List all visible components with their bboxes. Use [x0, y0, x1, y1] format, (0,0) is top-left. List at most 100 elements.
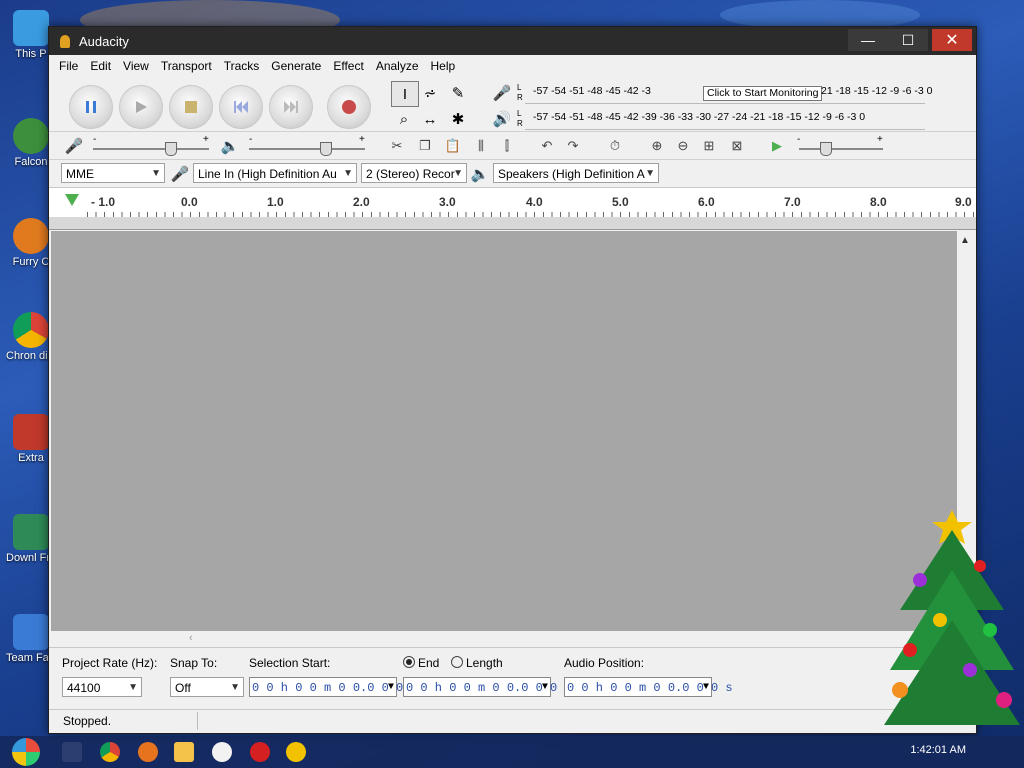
playback-volume-speaker-icon: 🔈	[220, 138, 240, 155]
copy-icon[interactable]: ❐	[413, 134, 437, 158]
selection-start-label: Selection Start:	[249, 656, 331, 670]
ruler-tick: 7.0	[784, 195, 801, 209]
undo-icon[interactable]: ↶	[535, 134, 559, 158]
audacity-window: Audacity — ☐ ✕ File Edit View Transport …	[48, 26, 977, 734]
menu-generate[interactable]: Generate	[265, 59, 327, 73]
chrome-taskbar-icon[interactable]	[100, 742, 120, 762]
menu-file[interactable]: File	[53, 59, 84, 73]
fit-project-icon[interactable]: ⊠	[725, 134, 749, 158]
audio-host-select[interactable]: MME ▼	[61, 163, 165, 183]
silence-icon[interactable]: ⫿	[495, 134, 519, 158]
paste-icon[interactable]: 📋	[441, 134, 465, 158]
play-head-icon[interactable]	[65, 194, 79, 206]
record-button[interactable]	[327, 85, 371, 129]
taskbar: 1:42:01 AM	[0, 736, 1024, 768]
skip-to-start-button[interactable]	[219, 85, 263, 129]
redo-icon[interactable]: ↷	[561, 134, 585, 158]
trim-icon[interactable]: ⫼	[469, 134, 493, 158]
fit-selection-icon[interactable]: ⊞	[697, 134, 721, 158]
envelope-tool-icon[interactable]: ⩫	[417, 81, 443, 105]
maximize-button[interactable]: ☐	[888, 29, 928, 51]
title-bar[interactable]: Audacity — ☐ ✕	[49, 27, 976, 55]
play-button[interactable]	[119, 85, 163, 129]
close-button[interactable]: ✕	[932, 29, 972, 51]
ruler-tick: 2.0	[353, 195, 370, 209]
snap-to-label: Snap To:	[170, 656, 218, 670]
horizontal-scrollbar[interactable]: ‹	[51, 631, 957, 647]
playback-meter-scale: -57 -54 -51 -48 -45 -42 -39 -36 -33 -30 …	[533, 111, 866, 123]
time-shift-tool-icon[interactable]: ↔	[417, 107, 443, 131]
selection-toolbar: Project Rate (Hz): 44100 ▼ Snap To: Off ▼ …	[49, 647, 976, 704]
end-radio[interactable]: End	[403, 656, 439, 670]
firefox-taskbar-icon[interactable]	[138, 742, 158, 762]
recording-channels-select[interactable]: 2 (Stereo) Recor ▼	[361, 163, 467, 183]
menu-view[interactable]: View	[117, 59, 155, 73]
tools-toolbar: I ⩫ ✎ ⌕ ↔ ✱	[389, 81, 475, 133]
project-rate-select[interactable]: 44100 ▼	[62, 677, 142, 697]
multi-tool-icon[interactable]: ✱	[445, 107, 471, 131]
zoom-out-icon[interactable]: ⊖	[671, 134, 695, 158]
audacity-taskbar-icon[interactable]	[286, 742, 306, 762]
snap-to-select[interactable]: Off ▼	[170, 677, 244, 697]
playback-meter[interactable]: -57 -54 -51 -48 -45 -42 -39 -36 -33 -30 …	[525, 107, 925, 130]
skip-end-icon	[284, 101, 298, 113]
audio-position-label: Audio Position:	[564, 656, 645, 670]
track-panel[interactable]	[51, 231, 957, 631]
audio-position-field[interactable]: 0 0 h 0 0 m 0 0.0 0 0 s ▼	[564, 677, 733, 697]
chevron-down-icon: ▼	[343, 168, 353, 179]
yandex-icon[interactable]	[212, 742, 232, 762]
record-icon	[342, 100, 356, 114]
ruler-tick: 5.0	[612, 195, 629, 209]
length-radio[interactable]: Length	[451, 656, 503, 670]
ruler-tick: 1.0	[267, 195, 284, 209]
stop-button[interactable]	[169, 85, 213, 129]
task-view-icon[interactable]	[62, 742, 82, 762]
play-at-speed-icon[interactable]: ▶	[765, 134, 789, 158]
pause-icon	[86, 101, 96, 113]
chevron-down-icon: ▼	[387, 682, 394, 693]
record-meter[interactable]: -57 -54 -51 -48 -45 -42 -3 Click to Star…	[525, 81, 932, 104]
chevron-down-icon: ▼	[702, 682, 709, 693]
sync-lock-icon[interactable]: ⏱	[603, 134, 627, 158]
playback-volume-track	[249, 148, 365, 150]
record-volume-slider[interactable]	[165, 142, 177, 156]
toolbar-area: I ⩫ ✎ ⌕ ↔ ✱ 🎤 🔊 LR LR -57 -54 -51 -48 -4…	[49, 77, 976, 187]
start-button-icon[interactable]	[12, 738, 40, 766]
menu-effect[interactable]: Effect	[327, 59, 369, 73]
record-meter-scale-right: 21 -18 -15 -12 -9 -6 -3 0	[821, 85, 933, 97]
play-speed-slider[interactable]	[820, 142, 832, 156]
menu-analyze[interactable]: Analyze	[370, 59, 425, 73]
selection-start-field[interactable]: 0 0 h 0 0 m 0 0.0 0 0 s ▼	[249, 677, 418, 697]
chevron-left-icon[interactable]: ‹	[189, 632, 193, 644]
meter-toolbar: 🎤 🔊 LR LR -57 -54 -51 -48 -45 -42 -3 Cli…	[489, 81, 932, 133]
computer-icon	[13, 10, 49, 46]
recording-device-select[interactable]: Line In (High Definition Au ▼	[193, 163, 357, 183]
recording-device-microphone-icon: 🎤	[170, 166, 190, 183]
playback-volume-slider[interactable]	[320, 142, 332, 156]
selection-end-field[interactable]: 0 0 h 0 0 m 0 0.0 0 0 s ▼	[403, 677, 572, 697]
menu-tracks[interactable]: Tracks	[218, 59, 266, 73]
pause-button[interactable]	[69, 85, 113, 129]
zoom-tool-icon[interactable]: ⌕	[391, 107, 417, 131]
chevron-up-icon[interactable]: ▲	[960, 235, 970, 246]
menu-transport[interactable]: Transport	[155, 59, 218, 73]
zoom-in-icon[interactable]: ⊕	[645, 134, 669, 158]
microphone-icon[interactable]: 🎤	[489, 81, 515, 105]
minimize-button[interactable]: —	[848, 29, 888, 51]
chevron-down-icon: ▼	[128, 682, 138, 693]
timeline-ruler[interactable]: - 1.0 0.0 1.0 2.0 3.0 4.0 5.0 6.0 7.0 8.…	[49, 187, 976, 219]
taskbar-clock[interactable]: 1:42:01 AM	[910, 744, 966, 756]
file-explorer-icon[interactable]	[174, 742, 194, 762]
opera-icon[interactable]	[250, 742, 270, 762]
record-meter-scale: -57 -54 -51 -48 -45 -42 -3	[533, 85, 651, 97]
mixer-edit-toolbar: 🎤 - + 🔈 - + ✂ ❐ 📋 ⫼ ⫿ ↶ ↷ ⏱ ⊕ ⊖ ⊞ ⊠ ▶ - …	[49, 131, 976, 160]
menu-edit[interactable]: Edit	[84, 59, 117, 73]
menu-bar: File Edit View Transport Tracks Generate…	[49, 55, 976, 77]
selection-tool-icon[interactable]: I	[391, 81, 419, 107]
cut-icon[interactable]: ✂	[385, 134, 409, 158]
speaker-icon[interactable]: 🔊	[489, 107, 515, 131]
menu-help[interactable]: Help	[425, 59, 462, 73]
skip-to-end-button[interactable]	[269, 85, 313, 129]
playback-device-select[interactable]: Speakers (High Definition A ▼	[493, 163, 659, 183]
draw-tool-icon[interactable]: ✎	[445, 81, 471, 105]
